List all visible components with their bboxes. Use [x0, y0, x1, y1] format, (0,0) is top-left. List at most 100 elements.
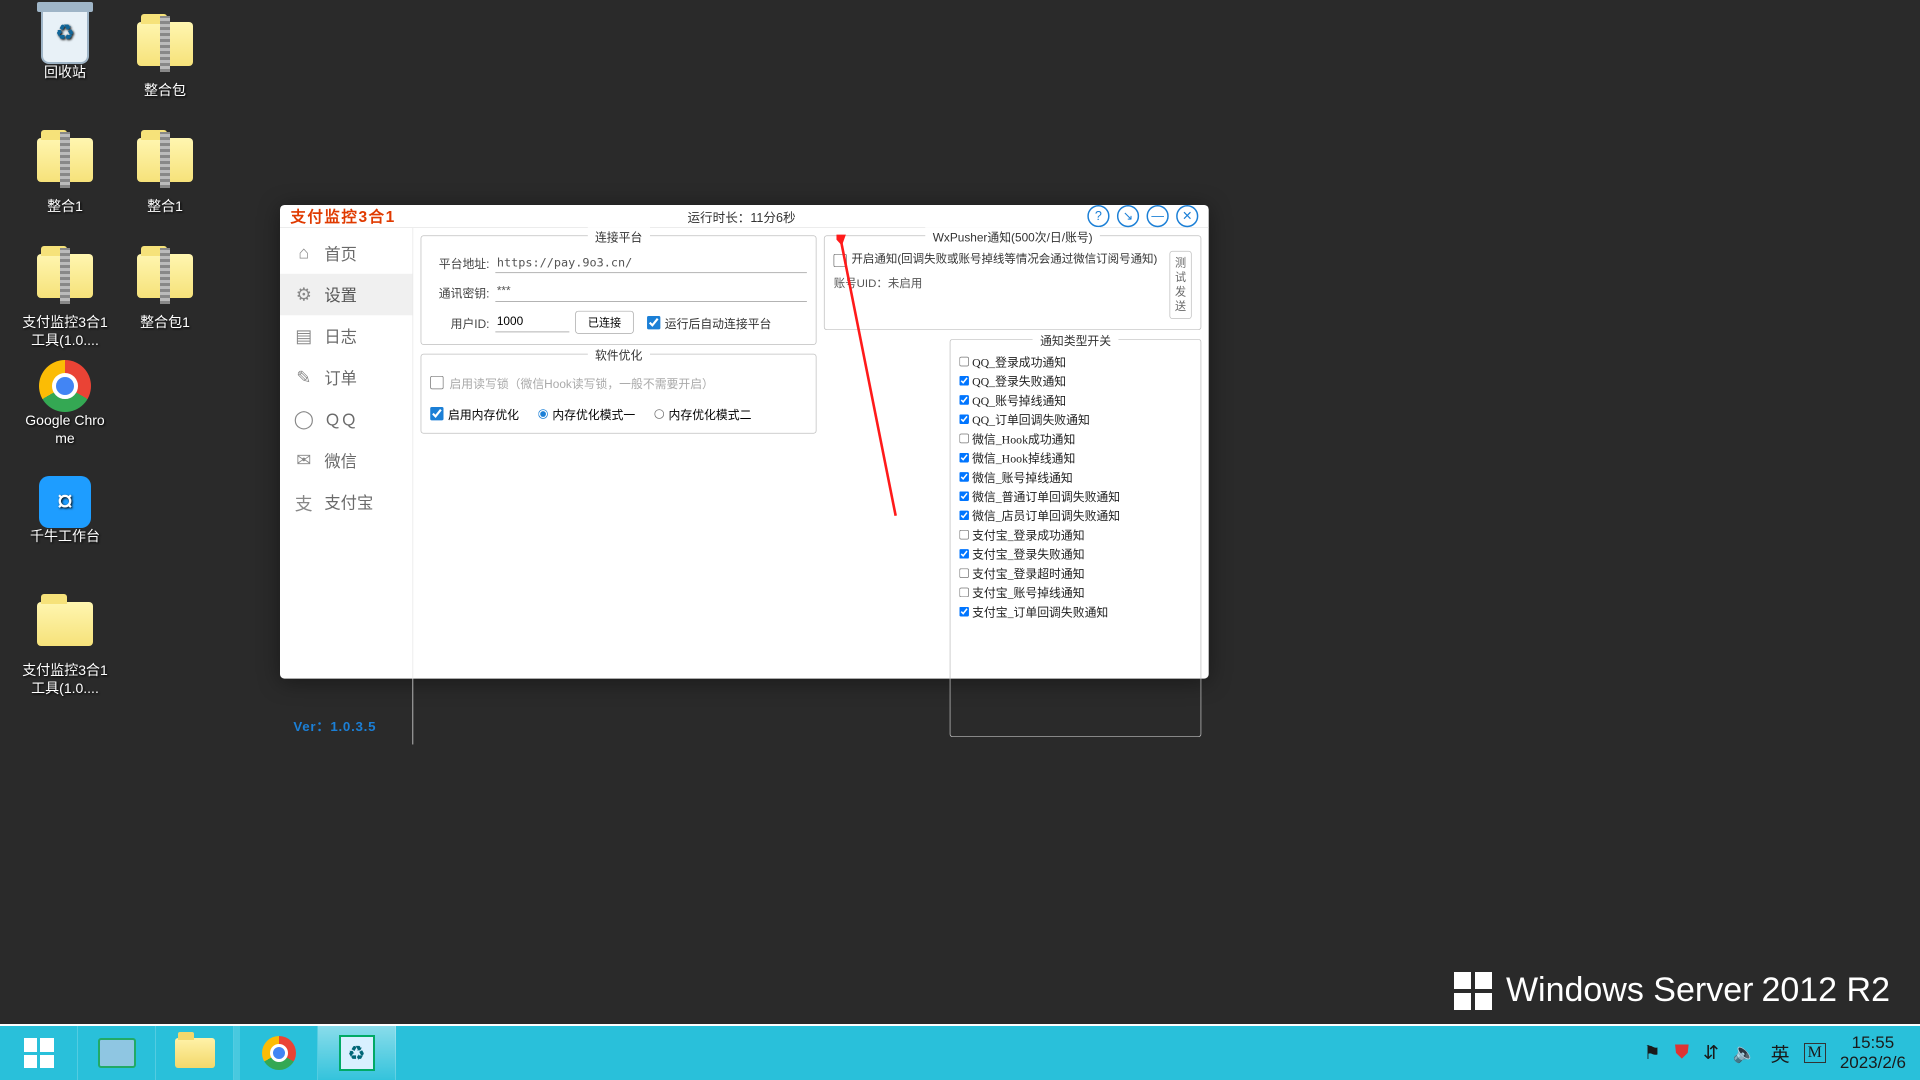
- notify-item[interactable]: 微信_店员订单回调失败通知: [960, 505, 1192, 524]
- log-icon: ▤: [293, 325, 314, 346]
- taskbar-chrome[interactable]: [240, 1026, 318, 1080]
- sidebar-item-home[interactable]: ⌂首页: [280, 232, 412, 273]
- notify-checkbox[interactable]: [960, 376, 970, 386]
- notify-checkbox[interactable]: [960, 606, 970, 616]
- notify-checkbox[interactable]: [960, 356, 970, 366]
- taskbar-server-manager[interactable]: [78, 1026, 156, 1080]
- pusher-test-button[interactable]: 测试发送: [1169, 251, 1191, 319]
- notify-item[interactable]: 支付宝_订单回调失败通知: [960, 602, 1192, 621]
- tray-flag-icon[interactable]: ⚑: [1644, 1042, 1661, 1065]
- notify-checkbox[interactable]: [960, 587, 970, 597]
- os-watermark: Windows Server 2012 R2: [1454, 971, 1890, 1010]
- tray-volume-icon[interactable]: 🔈: [1733, 1041, 1757, 1065]
- notify-label: QQ_登录失败通知: [972, 372, 1066, 390]
- notify-label: 支付宝_登录失败通知: [972, 545, 1084, 563]
- notify-item[interactable]: QQ_订单回调失败通知: [960, 409, 1192, 428]
- desktop-icon-folder-tool[interactable]: 支付监控3合1工具(1.0....: [20, 244, 110, 349]
- desktop-icon-folder-zhb1[interactable]: 整合包1: [120, 244, 210, 332]
- desktop-icon-qianniu[interactable]: ¤千牛工作台: [20, 476, 110, 546]
- taskbar: ♻ ⚑ ⛊ ⇵ 🔈 英 M 15:55 2023/2/6: [0, 1024, 1920, 1080]
- folder-icon: [175, 1038, 215, 1068]
- app-window: 支付监控3合1 运行时长：11分6秒 ? ↘ — ✕ ⌂首页⚙设置▤日志✎订单◯…: [280, 205, 1209, 679]
- notify-checkbox[interactable]: [960, 395, 970, 405]
- notify-list[interactable]: QQ_登录成功通知QQ_登录失败通知QQ_账号掉线通知QQ_订单回调失败通知微信…: [960, 352, 1192, 648]
- notify-checkbox[interactable]: [960, 510, 970, 520]
- addr-input[interactable]: [495, 252, 807, 273]
- sidebar-item-orders[interactable]: ✎订单: [280, 357, 412, 398]
- notify-label: QQ_登录成功通知: [972, 352, 1066, 370]
- notify-checkbox[interactable]: [960, 433, 970, 443]
- sidebar-item-label: 日志: [324, 324, 357, 348]
- sidebar-item-qq[interactable]: ◯ＱＱ: [280, 398, 412, 439]
- memopt-checkbox[interactable]: [430, 407, 443, 420]
- tray-network-icon[interactable]: ⇵: [1703, 1042, 1719, 1065]
- server-manager-icon: [98, 1038, 136, 1068]
- sidebar-item-settings[interactable]: ⚙设置: [280, 274, 412, 315]
- notify-item[interactable]: QQ_登录失败通知: [960, 371, 1192, 390]
- pusher-enable-checkbox[interactable]: [834, 254, 847, 267]
- notify-label: 微信_普通订单回调失败通知: [972, 487, 1120, 505]
- desktop-icon-folder-tool2[interactable]: 支付监控3合1工具(1.0....: [20, 592, 110, 697]
- taskbar-app-running[interactable]: ♻: [318, 1026, 396, 1080]
- notify-item[interactable]: QQ_账号掉线通知: [960, 390, 1192, 409]
- windows-logo-icon: [1454, 972, 1492, 1010]
- notify-item[interactable]: QQ_登录成功通知: [960, 352, 1192, 371]
- start-button[interactable]: [0, 1026, 78, 1080]
- key-input[interactable]: [495, 282, 807, 302]
- sidebar-item-wechat[interactable]: ✉微信: [280, 440, 412, 481]
- tray-shield-icon[interactable]: ⛊: [1675, 1042, 1689, 1064]
- notify-checkbox[interactable]: [960, 491, 970, 501]
- notify-checkbox[interactable]: [960, 414, 970, 424]
- desktop-icon-folder-zh1b[interactable]: 整合1: [120, 128, 210, 216]
- notify-item[interactable]: 支付宝_登录失败通知: [960, 544, 1192, 563]
- uid-input[interactable]: [495, 312, 569, 332]
- taskbar-clock[interactable]: 15:55 2023/2/6: [1840, 1033, 1906, 1074]
- autoconnect-checkbox[interactable]: [647, 316, 660, 329]
- notify-item[interactable]: 微信_Hook成功通知: [960, 428, 1192, 447]
- uid-label: 用户ID:: [430, 313, 489, 331]
- qq-icon: ◯: [293, 408, 314, 429]
- home-icon: ⌂: [293, 243, 314, 264]
- notify-checkbox[interactable]: [960, 549, 970, 559]
- tray-ime-mode[interactable]: M: [1804, 1043, 1826, 1063]
- runtime-label: 运行时长：11分6秒: [396, 207, 1088, 226]
- desktop-icon-folder-zh1[interactable]: 整合1: [20, 128, 110, 216]
- notify-item[interactable]: 微信_Hook掉线通知: [960, 448, 1192, 467]
- pusher-uid-status: 未启用: [888, 278, 922, 291]
- desktop-icon-recycle-bin[interactable]: 回收站: [20, 12, 110, 82]
- minimize-button[interactable]: —: [1147, 205, 1169, 227]
- notify-label: 微信_店员订单回调失败通知: [972, 506, 1120, 524]
- pusher-panel-title: WxPusher通知(500次/日/账号): [925, 227, 1100, 245]
- sidebar-item-log[interactable]: ▤ 日志: [280, 315, 412, 356]
- desktop-icon-label: 整合1: [120, 198, 210, 216]
- connected-button[interactable]: 已连接: [575, 311, 633, 334]
- optimize-panel: 软件优化 启用读写锁（微信Hook读写锁，一般不需要开启） 启用内存优化: [421, 354, 817, 434]
- desktop-icon-label: 整合包1: [120, 314, 210, 332]
- pusher-panel: WxPusher通知(500次/日/账号) 开启通知(回调失败或账号掉线等情况会…: [824, 235, 1201, 330]
- tray-ime[interactable]: 英: [1771, 1040, 1790, 1067]
- notify-checkbox[interactable]: [960, 568, 970, 578]
- pusher-enable-text: 开启通知(回调失败或账号掉线等情况会通过微信订阅号通知): [851, 251, 1157, 268]
- notify-checkbox[interactable]: [960, 472, 970, 482]
- memmode2-radio[interactable]: [654, 409, 664, 419]
- close-button[interactable]: ✕: [1176, 205, 1198, 227]
- desktop-icon-label: 整合包: [120, 82, 210, 100]
- notify-item[interactable]: 支付宝_登录超时通知: [960, 563, 1192, 582]
- wechat-icon: ✉: [293, 450, 314, 471]
- sidebar-item-alipay[interactable]: 支支付宝: [280, 481, 412, 522]
- notify-item[interactable]: 微信_账号掉线通知: [960, 467, 1192, 486]
- notify-item[interactable]: 支付宝_账号掉线通知: [960, 582, 1192, 601]
- notify-checkbox[interactable]: [960, 529, 970, 539]
- chrome-icon: [262, 1036, 296, 1070]
- desktop-icon-chrome[interactable]: Google Chrome: [20, 360, 110, 447]
- memmode1-radio[interactable]: [538, 409, 548, 419]
- notify-label: 支付宝_订单回调失败通知: [972, 602, 1108, 620]
- rwlock-checkbox[interactable]: [430, 376, 443, 389]
- notify-item[interactable]: 微信_普通订单回调失败通知: [960, 486, 1192, 505]
- desktop-icon-folder-zhb[interactable]: 整合包: [120, 12, 210, 100]
- help-button[interactable]: ?: [1087, 205, 1109, 227]
- notify-item[interactable]: 支付宝_登录成功通知: [960, 525, 1192, 544]
- taskbar-explorer[interactable]: [156, 1026, 234, 1080]
- notify-checkbox[interactable]: [960, 453, 970, 463]
- tray-button[interactable]: ↘: [1117, 205, 1139, 227]
